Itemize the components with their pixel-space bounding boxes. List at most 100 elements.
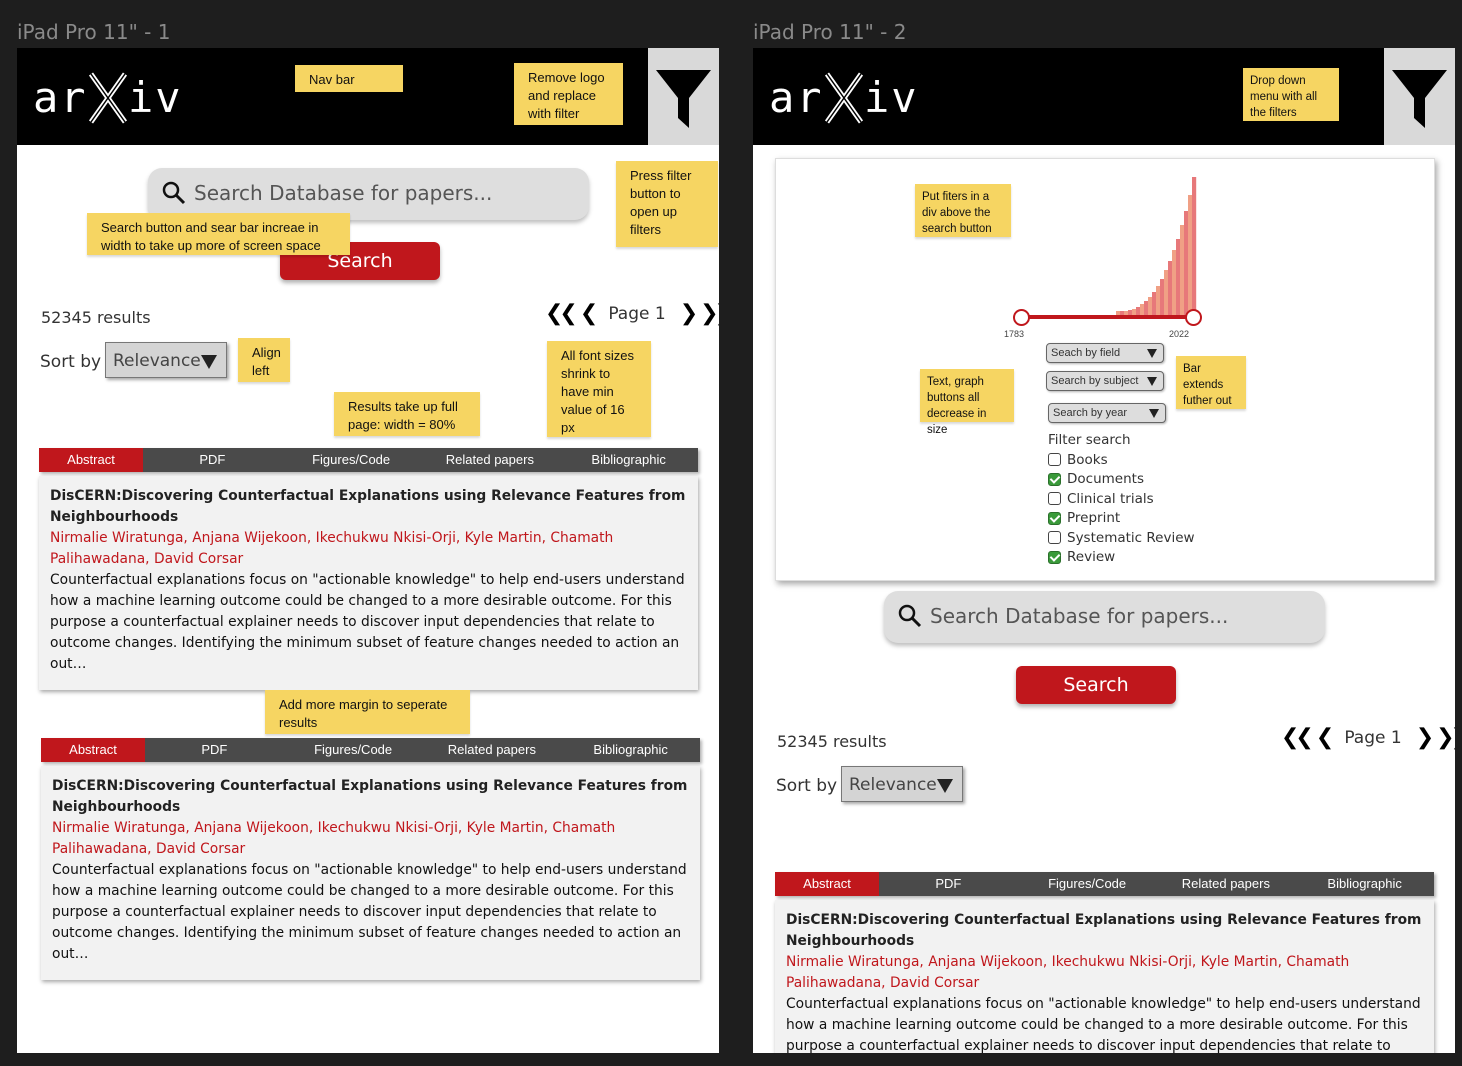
frame-label: iPad Pro 11" - 1 xyxy=(17,20,171,44)
svg-text:iv: iv xyxy=(864,73,919,122)
sort-select[interactable]: Relevance xyxy=(841,766,963,802)
result-abstract: Counterfactual explanations focus on "ac… xyxy=(52,862,687,962)
tab-related-papers[interactable]: Related papers xyxy=(423,738,562,762)
checkbox[interactable] xyxy=(1048,550,1061,564)
select-subject[interactable]: Search by subject xyxy=(1046,371,1164,391)
note-bar-extends: Bar extends futher out xyxy=(1176,356,1246,409)
tab-bibliographic[interactable]: Bibliographic xyxy=(1295,872,1434,896)
histogram-bar xyxy=(1180,225,1185,317)
tab-abstract[interactable]: Abstract xyxy=(39,448,143,472)
filter-button[interactable] xyxy=(1384,48,1455,145)
note-dropdown: Drop down menu with all the filters xyxy=(1243,68,1339,121)
result-abstract: Counterfactual explanations focus on "ac… xyxy=(50,572,685,672)
histogram-bar xyxy=(1188,195,1193,317)
tab-related-papers[interactable]: Related papers xyxy=(421,448,560,472)
histogram-bar xyxy=(1160,279,1165,317)
prev-page-button[interactable]: ❮ xyxy=(580,301,599,326)
checkbox[interactable] xyxy=(1048,472,1061,486)
filter-option-systematic-review[interactable]: Systematic Review xyxy=(1048,528,1195,548)
chevron-down-icon xyxy=(1147,349,1157,358)
filter-option-clinical-trials[interactable]: Clinical trials xyxy=(1048,489,1195,509)
checkbox[interactable] xyxy=(1048,531,1061,545)
result-authors[interactable]: Nirmalie Wiratunga, Anjana Wijekoon, Ike… xyxy=(50,528,688,570)
select-field-value: Seach by field xyxy=(1051,347,1121,359)
first-page-button[interactable]: ❮❮ xyxy=(545,301,578,326)
sort-select[interactable]: Relevance xyxy=(105,342,227,378)
year-max-label: 2022 xyxy=(1169,329,1190,339)
histogram-bar xyxy=(1152,292,1157,317)
filter-button[interactable] xyxy=(648,48,719,145)
arxiv-logo[interactable]: ar iv xyxy=(769,66,919,128)
frame-label: iPad Pro 11" - 2 xyxy=(753,20,907,44)
note-nav-bar: Nav bar xyxy=(295,65,403,92)
sort-label: Sort by xyxy=(776,776,838,796)
checkbox[interactable] xyxy=(1048,511,1061,525)
tab-pdf[interactable]: PDF xyxy=(145,738,284,762)
tab-pdf[interactable]: PDF xyxy=(143,448,282,472)
tab-bibliographic[interactable]: Bibliographic xyxy=(561,738,700,762)
checkbox[interactable] xyxy=(1048,492,1061,506)
last-page-button[interactable]: ❯❯ xyxy=(700,301,719,326)
result-tabs: Abstract PDF Figures/Code Related papers… xyxy=(39,448,698,472)
select-year[interactable]: Search by year xyxy=(1048,403,1166,423)
year-range-track xyxy=(1022,315,1194,319)
result-authors[interactable]: Nirmalie Wiratunga, Anjana Wijekoon, Ike… xyxy=(786,952,1424,994)
select-subject-value: Search by subject xyxy=(1051,375,1139,387)
filter-option-books[interactable]: Books xyxy=(1048,450,1195,470)
filter-option-label: Systematic Review xyxy=(1067,529,1195,546)
sort-value: Relevance xyxy=(849,775,937,795)
search-placeholder: Search Database for papers... xyxy=(930,604,1229,628)
histogram-bar xyxy=(1176,239,1181,317)
filter-option-documents[interactable]: Documents xyxy=(1048,470,1195,490)
funnel-icon xyxy=(656,70,711,128)
chevron-down-icon xyxy=(1147,377,1157,386)
tab-bibliographic[interactable]: Bibliographic xyxy=(559,448,698,472)
filter-option-review[interactable]: Review xyxy=(1048,548,1195,568)
year-histogram xyxy=(1116,177,1197,317)
magnifier-icon xyxy=(898,604,922,628)
last-page-button[interactable]: ❯❯ xyxy=(1436,725,1455,750)
page-label: Page 1 xyxy=(608,303,666,324)
select-field[interactable]: Seach by field xyxy=(1046,343,1164,363)
next-page-button[interactable]: ❯ xyxy=(1416,725,1435,750)
first-page-button[interactable]: ❮❮ xyxy=(1281,725,1314,750)
result-title[interactable]: DisCERN:Discovering Counterfactual Expla… xyxy=(52,776,690,818)
result-title[interactable]: DisCERN:Discovering Counterfactual Expla… xyxy=(50,486,688,528)
tab-figures-code[interactable]: Figures/Code xyxy=(284,738,423,762)
note-press-filter: Press filter button to open up filters xyxy=(616,161,718,247)
tab-figures-code[interactable]: Figures/Code xyxy=(1018,872,1157,896)
pagination: ❮❮ ❮ Page 1 ❯ ❯❯ xyxy=(545,301,719,326)
result-authors[interactable]: Nirmalie Wiratunga, Anjana Wijekoon, Ike… xyxy=(52,818,690,860)
funnel-icon xyxy=(1392,70,1447,128)
checkbox[interactable] xyxy=(1048,453,1061,467)
result-card: DisCERN:Discovering Counterfactual Expla… xyxy=(775,900,1434,1053)
result-tabs: Abstract PDF Figures/Code Related papers… xyxy=(775,872,1434,896)
tab-figures-code[interactable]: Figures/Code xyxy=(282,448,421,472)
year-min-handle[interactable] xyxy=(1013,309,1030,326)
filter-checklist: Filter search Books Documents Clinical t… xyxy=(1048,432,1195,567)
filter-option-label: Review xyxy=(1067,549,1116,566)
chevron-down-icon xyxy=(201,355,217,369)
prev-page-button[interactable]: ❮ xyxy=(1316,725,1335,750)
tab-pdf[interactable]: PDF xyxy=(879,872,1018,896)
note-put-filters: Put fiters in a div above the search but… xyxy=(915,184,1011,237)
histogram-bar xyxy=(1184,211,1189,317)
tab-abstract[interactable]: Abstract xyxy=(775,872,879,896)
search-input[interactable]: Search Database for papers... xyxy=(884,591,1325,643)
filter-option-preprint[interactable]: Preprint xyxy=(1048,509,1195,529)
filter-option-label: Documents xyxy=(1067,471,1144,488)
note-remove-logo: Remove logo and replace with filter xyxy=(514,63,623,125)
page-label: Page 1 xyxy=(1344,727,1402,748)
note-results-full: Results take up full page: width = 80% xyxy=(334,392,480,436)
filter-header: Filter search xyxy=(1048,432,1131,448)
next-page-button[interactable]: ❯ xyxy=(680,301,699,326)
filter-panel: 1783 2022 Seach by field Search by subje… xyxy=(775,158,1435,581)
tab-abstract[interactable]: Abstract xyxy=(41,738,145,762)
histogram-bar xyxy=(1168,261,1173,317)
year-max-handle[interactable] xyxy=(1185,309,1202,326)
chevron-down-icon xyxy=(937,779,953,793)
search-button[interactable]: Search xyxy=(1016,666,1176,704)
tab-related-papers[interactable]: Related papers xyxy=(1157,872,1296,896)
result-title[interactable]: DisCERN:Discovering Counterfactual Expla… xyxy=(786,910,1424,952)
arxiv-logo[interactable]: ar iv xyxy=(33,66,183,128)
